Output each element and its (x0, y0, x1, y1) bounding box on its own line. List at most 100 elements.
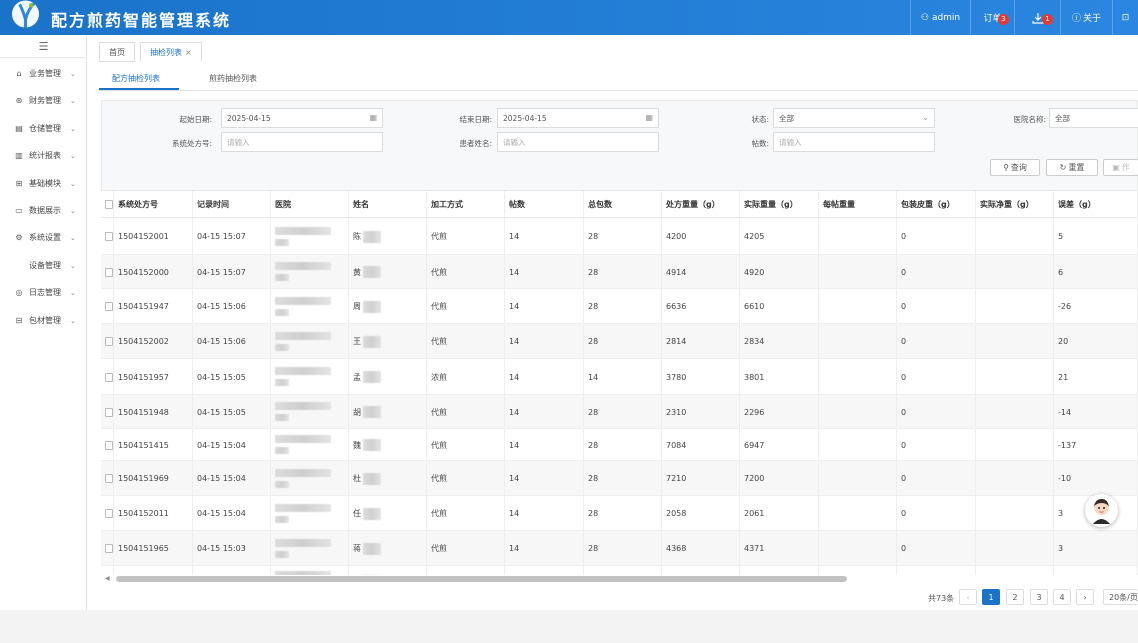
table-row[interactable]: 1504151965 04-15 15:03 蒋 代煎 14 28 4368 4371 0 3 (101, 531, 1138, 566)
sidebar-item-devices[interactable]: 设备管理 ⌄ (0, 252, 87, 279)
column-header[interactable]: 医院 (271, 191, 349, 218)
row-checkbox[interactable] (105, 474, 113, 483)
table-row[interactable]: 1504151957 04-15 15:05 孟浓煎 14 14 3780 3801 0 21 (101, 359, 1138, 395)
prev-page-button[interactable]: ‹ (959, 589, 977, 605)
row-checkbox[interactable] (105, 302, 113, 311)
column-header[interactable]: 总包数 (584, 191, 662, 218)
sidebar-collapse-toggle[interactable]: ☰ (0, 40, 87, 58)
row-checkbox[interactable] (105, 509, 113, 518)
subtab-formula-sampling[interactable]: 配方抽检列表 (112, 73, 160, 84)
column-header[interactable]: 实际净重（g） (976, 191, 1054, 218)
sidebar-item-display[interactable]: ▭ 数据展示 ⌄ (0, 197, 87, 224)
patient-name: 杜 (353, 474, 361, 483)
tab-sampling-list[interactable]: 抽检列表 × (140, 42, 202, 62)
column-header[interactable]: 帖数 (505, 191, 584, 218)
row-checkbox[interactable] (105, 372, 113, 382)
sidebar-item-warehouse[interactable]: ▤ 仓储管理 ⌄ (0, 115, 87, 142)
extra-button[interactable]: ▣ 作 (1103, 159, 1138, 176)
table-row[interactable]: 1504152000 04-15 15:07 黄 代煎 14 28 4914 4920 0 6 (101, 255, 1138, 289)
page-1-button[interactable]: 1 (982, 589, 1000, 605)
tab-home[interactable]: 首页 (99, 42, 135, 62)
info-icon: ⓘ (1071, 14, 1081, 24)
horizontal-scrollbar[interactable] (116, 576, 847, 582)
sidebar-item-label: 基础模块 (29, 179, 61, 188)
row-checkbox[interactable] (105, 232, 113, 241)
cell-per-dose-weight (819, 461, 897, 496)
row-checkbox[interactable] (105, 407, 113, 417)
cell-doses: 14 (505, 324, 584, 359)
row-checkbox[interactable] (105, 440, 113, 450)
patient-input[interactable]: 请输入 (497, 132, 659, 152)
doses-input[interactable]: 请输入 (773, 132, 935, 152)
page-2-button[interactable]: 2 (1006, 589, 1024, 605)
end-date-field[interactable]: 2025-04-15 ▦ (497, 108, 659, 128)
column-header[interactable]: 包装皮重（g） (897, 191, 976, 218)
patient-name: 任 (353, 509, 361, 518)
sidebar-item-reports[interactable]: ▥ 统计报表 ⌄ (0, 142, 87, 169)
sidebar-item-settings[interactable]: ⚙ 系统设置 ⌄ (0, 224, 87, 251)
page-4-button[interactable]: 4 (1053, 589, 1071, 605)
doc-icon: ▣ (1112, 163, 1120, 172)
column-header[interactable]: 加工方式 (427, 191, 505, 218)
status-select[interactable]: 全部 ⌄ (773, 108, 935, 128)
sidebar-item-packaging[interactable]: ⊟ 包材管理 ⌄ (0, 307, 87, 334)
cell-tare: 0 (897, 429, 976, 461)
top-header: 配方煎药智能管理系统 ⚇ admin 订单 3 1 ⓘ 关于 ⊡ (0, 0, 1138, 35)
cell-doses: 14 (505, 461, 584, 496)
user-menu[interactable]: ⚇ admin (910, 0, 970, 35)
patient-name: 陈 (353, 232, 361, 241)
cell-actual-weight: 2296 (740, 395, 819, 429)
monitor-icon: ▭ (15, 206, 23, 215)
table-row[interactable]: 150415194604-15 15:03 朱代煎122431323149 0 17 (101, 566, 1138, 575)
cell-tare: 0 (897, 289, 976, 324)
hospital-select[interactable]: 全部 (1049, 108, 1138, 128)
column-header[interactable]: 系统处方号 (114, 191, 193, 218)
next-page-button[interactable]: › (1076, 589, 1094, 605)
column-header[interactable]: 处方重量（g） (662, 191, 740, 218)
sidebar-item-base[interactable]: ⊞ 基础模块 ⌄ (0, 170, 87, 197)
download-button[interactable]: 1 (1014, 0, 1060, 35)
page-size-select[interactable]: 20条/页 (1103, 589, 1138, 605)
page-3-button[interactable]: 3 (1030, 589, 1048, 605)
patient-name: 周 (353, 302, 361, 311)
row-checkbox[interactable] (105, 267, 113, 277)
doses-placeholder: 请输入 (779, 137, 802, 147)
start-date-field[interactable]: 2025-04-15 ▦ (221, 108, 383, 128)
sidebar-item-label: 财务管理 (29, 96, 61, 105)
sidebar-item-finance[interactable]: ⊛ 财务管理 ⌄ (0, 87, 87, 114)
column-header[interactable]: 每帖重量 (819, 191, 897, 218)
table-row[interactable]: 1504152001 04-15 15:07 陈 代煎 14 28 4200 4205 0 5 (101, 218, 1138, 255)
table-row[interactable]: 1504151415 04-15 15:04 魏 代煎 14 28 7084 6947 0 -13… (101, 429, 1138, 461)
row-checkbox[interactable] (105, 337, 113, 346)
chevron-down-icon: ⌄ (70, 288, 76, 297)
table-row[interactable]: 1504152011 04-15 15:04 任代煎 14 28 2058 2061 0 3 (101, 496, 1138, 531)
cell-actual-weight: 3149 (740, 566, 819, 575)
table-row[interactable]: 1504151947 04-15 15:06 周 代煎 14 28 6636 6610 0 -26 (101, 289, 1138, 324)
about-button[interactable]: ⓘ 关于 (1060, 0, 1112, 35)
select-all-checkbox[interactable] (105, 200, 113, 209)
column-header[interactable]: 记录时间 (193, 191, 271, 218)
row-checkbox[interactable] (105, 544, 113, 553)
orders-button[interactable]: 订单 3 (970, 0, 1014, 35)
close-icon[interactable]: × (185, 48, 192, 57)
redacted-name (363, 507, 381, 520)
sidebar-item-logs[interactable]: ◎ 日志管理 ⌄ (0, 279, 87, 306)
table-row[interactable]: 1504151969 04-15 15:04 杜 代煎 14 28 7210 7200 0 -10 (101, 461, 1138, 496)
cell-tare: 0 (897, 461, 976, 496)
cell-net-weight (976, 429, 1054, 461)
exit-button[interactable]: ⊡ (1112, 0, 1138, 35)
cell-per-dose-weight (819, 255, 897, 289)
rx-no-input[interactable]: 请输入 (221, 132, 383, 152)
column-header[interactable]: 误差（g） (1054, 191, 1138, 218)
sidebar-item-business[interactable]: ⌂ 业务管理 ⌄ (0, 60, 87, 87)
assistant-avatar[interactable] (1085, 494, 1118, 527)
reset-button[interactable]: ↻ 重置 (1046, 159, 1098, 176)
scroll-left-icon[interactable]: ◀ (105, 575, 110, 582)
cell-doses: 14 (505, 429, 584, 461)
subtab-decoction-sampling[interactable]: 煎药抽检列表 (209, 73, 257, 84)
table-row[interactable]: 1504151948 04-15 15:05 胡 代煎 14 28 2310 2296 0 -14 (101, 395, 1138, 429)
table-row[interactable]: 1504152002 04-15 15:06 王 代煎 14 28 2814 2834 0 20 (101, 324, 1138, 359)
column-header[interactable]: 实际重量（g） (740, 191, 819, 218)
column-header[interactable]: 姓名 (349, 191, 427, 218)
query-button[interactable]: ⚲ 查询 (990, 159, 1040, 176)
